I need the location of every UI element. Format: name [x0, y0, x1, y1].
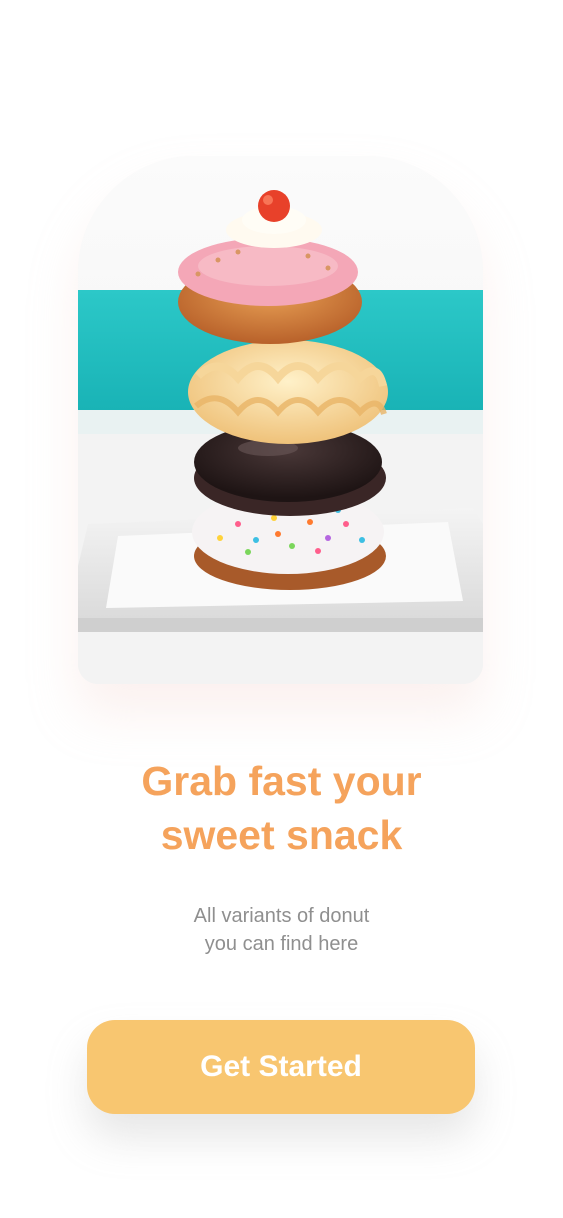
- subtitle-line-1: All variants of donut: [193, 905, 370, 927]
- subtitle: All variants of donut you can find here: [0, 902, 563, 958]
- get-started-button[interactable]: Get Started: [87, 1020, 475, 1114]
- headline: Grab fast your sweet snack: [0, 754, 563, 862]
- subtitle-line-2: you can find here: [204, 933, 359, 955]
- headline-line-2: sweet snack: [160, 812, 403, 858]
- headline-line-1: Grab fast your: [141, 758, 422, 804]
- donut-stack-illustration: [78, 156, 483, 684]
- hero-image: [78, 156, 483, 684]
- cruller-donut: [188, 340, 388, 444]
- plate-rim: [78, 618, 483, 632]
- onboarding-screen: Grab fast your sweet snack All variants …: [0, 0, 563, 1218]
